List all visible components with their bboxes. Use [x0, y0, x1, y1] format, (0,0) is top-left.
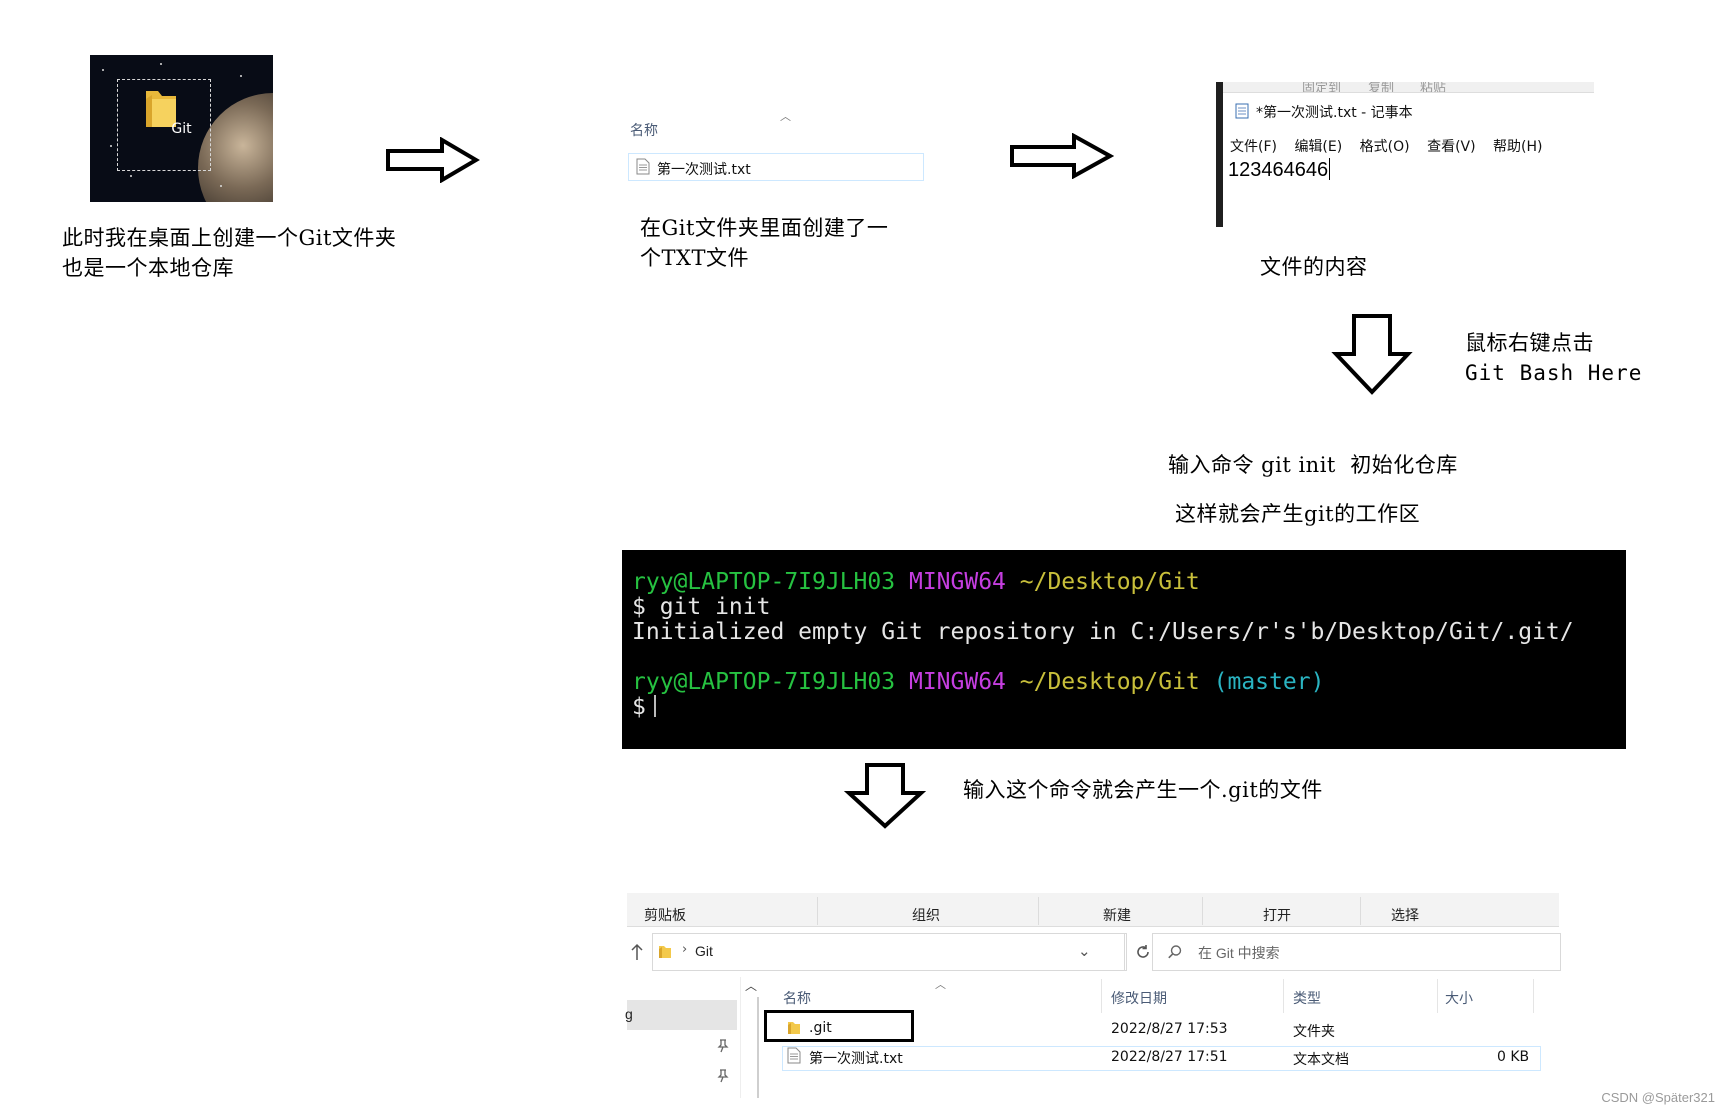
sort-caret-icon: ︿ [935, 978, 946, 991]
column-header-name[interactable]: 名称 [630, 120, 658, 140]
file-size: 0 KB [1497, 1049, 1530, 1065]
ribbon-fragment: 固定到 [1302, 82, 1342, 93]
pin-icon[interactable] [717, 1039, 729, 1053]
terminal-command: $ git init [632, 594, 771, 620]
notepad-menu: 文件(F) 编辑(E) 格式(O) 查看(V) 帮助(H) [1230, 136, 1556, 156]
search-placeholder: 在 Git 中搜索 [1198, 945, 1280, 961]
text-file-icon [636, 158, 650, 175]
search-icon [1168, 945, 1182, 959]
file-name: 第一次测试.txt [657, 162, 751, 178]
file-date: 2022/8/27 17:53 [1111, 1021, 1228, 1037]
ribbon-group-select[interactable]: 选择 [1391, 905, 1419, 925]
right-arrow-icon [1010, 133, 1114, 179]
address-path: Git [695, 943, 713, 959]
search-box[interactable]: 在 Git 中搜索 [1152, 933, 1561, 971]
up-arrow-icon[interactable] [630, 943, 644, 961]
chevron-down-icon[interactable]: ⌄ [1078, 942, 1091, 960]
step4-caption-line2: Git Bash Here [1465, 361, 1643, 385]
terminal-branch: (master) [1213, 669, 1325, 695]
text-file-icon [787, 1047, 801, 1064]
column-header-date[interactable]: 修改日期 [1111, 988, 1167, 1008]
ribbon-fragment: 复制 [1368, 82, 1395, 93]
down-arrow-icon [1331, 314, 1413, 395]
chevron-right-icon: › [682, 942, 688, 957]
ribbon-group-organize[interactable]: 组织 [912, 905, 940, 925]
terminal-path: ~/Desktop/Git [1019, 569, 1200, 595]
git-bash-terminal[interactable]: ryy@LAPTOP-7I9JLH03 MINGW64 ~/Desktop/Gi… [622, 550, 1626, 749]
menu-help[interactable]: 帮助(H) [1493, 139, 1542, 155]
step4-caption: 鼠标右键点击 Git Bash Here [1465, 328, 1642, 388]
menu-file[interactable]: 文件(F) [1230, 139, 1277, 155]
text-caret [1329, 158, 1331, 180]
desktop-folder-label[interactable]: Git [90, 121, 273, 137]
step2-caption: 在Git文件夹里面创建了一 个TXT文件 [640, 213, 888, 273]
terminal-cursor [653, 695, 656, 717]
notepad-ribbon-strip: 固定到 复制 粘贴 [1216, 82, 1594, 93]
notepad-title: *第一次测试.txt - 记事本 [1256, 105, 1413, 121]
step2-caption-line1: 在Git文件夹里面创建了一 [640, 216, 889, 240]
column-header-type[interactable]: 类型 [1293, 988, 1321, 1008]
file-type: 文本文档 [1293, 1052, 1349, 1068]
ribbon-group-clipboard[interactable]: 剪贴板 [644, 905, 686, 925]
sort-caret-icon: ︿ [780, 110, 791, 123]
notepad-icon [1235, 103, 1249, 119]
step1-caption-line2: 也是一个本地仓库 [62, 256, 234, 280]
step2-caption-line2: 个TXT文件 [640, 246, 749, 270]
terminal-init-output: Initialized empty Git repository in C:/U… [632, 619, 1574, 645]
menu-view[interactable]: 查看(V) [1427, 139, 1476, 155]
explorer-ribbon: 剪贴板 组织 新建 打开 选择 [627, 893, 1559, 927]
terminal-prompt: $ [632, 694, 646, 720]
highlight-box [764, 1010, 914, 1042]
terminal-output: ryy@LAPTOP-7I9JLH03 MINGW64 ~/Desktop/Gi… [632, 570, 1574, 720]
step3-caption: 文件的内容 [1260, 255, 1368, 279]
notepad-content: 123464646 [1228, 159, 1329, 181]
terminal-user-host: ryy@LAPTOP-7I9JLH03 [632, 569, 896, 595]
watermark: CSDN @Später321 [1601, 1090, 1715, 1105]
step5-caption-line2: 这样就会产生git的工作区 [1175, 502, 1421, 526]
column-header-name[interactable]: 名称 [783, 988, 811, 1008]
menu-edit[interactable]: 编辑(E) [1294, 139, 1342, 155]
step1-caption-line1: 此时我在桌面上创建一个Git文件夹 [62, 226, 397, 250]
refresh-icon[interactable] [1134, 943, 1152, 961]
pin-icon[interactable] [717, 1069, 729, 1083]
terminal-env: MINGW64 [908, 669, 1006, 695]
scroll-up-icon[interactable]: ︿ [745, 977, 757, 994]
window-edge [1216, 82, 1223, 227]
terminal-path: ~/Desktop/Git [1019, 669, 1200, 695]
step1-caption: 此时我在桌面上创建一个Git文件夹 也是一个本地仓库 [62, 223, 396, 283]
notepad-text-area[interactable]: 123464646 [1228, 158, 1331, 182]
ribbon-group-open[interactable]: 打开 [1263, 905, 1291, 925]
step5-caption-line1: 输入命令 git init 初始化仓库 [1168, 453, 1458, 477]
file-explorer-window: 剪贴板 组织 新建 打开 选择 › Git ⌄ 在 Git 中搜索 g ︿ 名称… [625, 893, 1561, 1098]
terminal-env: MINGW64 [908, 569, 1006, 595]
address-bar[interactable]: › Git ⌄ [652, 933, 1149, 971]
down-arrow-icon [843, 763, 927, 829]
file-type: 文件夹 [1293, 1024, 1335, 1040]
step4-caption-line1: 鼠标右键点击 [1465, 331, 1594, 355]
nav-pane-selected-item[interactable]: g [625, 1000, 737, 1030]
desktop-thumbnail: Git [90, 55, 273, 202]
notepad-window: 固定到 复制 粘贴 *第一次测试.txt - 记事本 文件(F) 编辑(E) 格… [1216, 82, 1594, 227]
step6-caption: 输入这个命令就会产生一个.git的文件 [963, 778, 1323, 802]
menu-format[interactable]: 格式(O) [1360, 139, 1410, 155]
ribbon-group-new[interactable]: 新建 [1103, 905, 1131, 925]
folder-icon [659, 946, 671, 958]
nav-pane-label: g [625, 1006, 633, 1022]
column-header-size[interactable]: 大小 [1445, 988, 1473, 1008]
file-row[interactable]: 第一次测试.txt [628, 153, 924, 181]
nav-pane-scrollbar[interactable]: ︿ [740, 977, 759, 1098]
file-name: 第一次测试.txt [809, 1051, 903, 1067]
file-date: 2022/8/27 17:51 [1111, 1049, 1228, 1065]
right-arrow-icon [386, 137, 480, 183]
terminal-user-host: ryy@LAPTOP-7I9JLH03 [632, 669, 896, 695]
ribbon-fragment: 粘贴 [1420, 82, 1447, 93]
